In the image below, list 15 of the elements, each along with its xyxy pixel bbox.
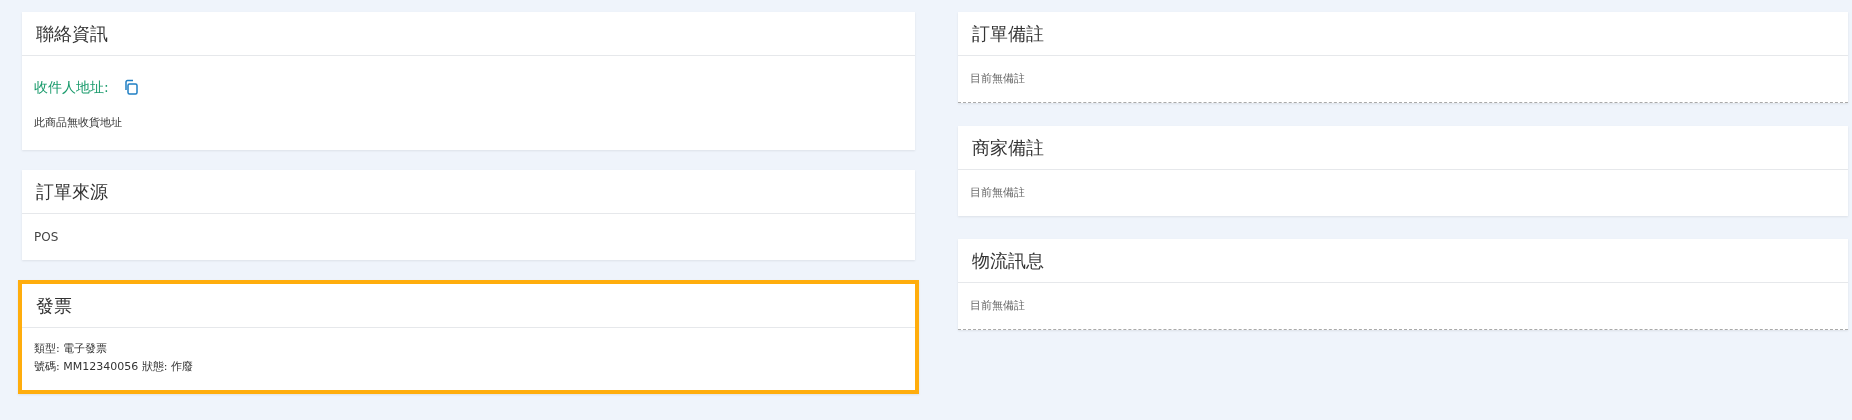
card-title: 物流訊息 — [958, 239, 1848, 283]
field-label: 收件人地址: — [34, 78, 109, 96]
invoice-detail: 類型: 電子發票 — [34, 341, 109, 357]
body-text: 目前無備註 — [970, 298, 1026, 314]
card-title: 訂單備註 — [958, 12, 1848, 56]
copy-icon[interactable] — [122, 79, 139, 95]
address-text: 此商品無收貨地址 — [34, 115, 123, 131]
card-title: 訂單來源 — [22, 170, 915, 214]
body-text: 目前無備註 — [970, 185, 1026, 201]
body-text: POS — [34, 229, 60, 246]
invoice-detail: 號碼: MM12340056 狀態: 作廢 — [34, 359, 194, 375]
card-title: 聯絡資訊 — [22, 12, 915, 56]
card-title: 發票 — [22, 284, 915, 328]
card-title: 商家備註 — [958, 126, 1848, 170]
body-text: 目前無備註 — [970, 71, 1026, 87]
